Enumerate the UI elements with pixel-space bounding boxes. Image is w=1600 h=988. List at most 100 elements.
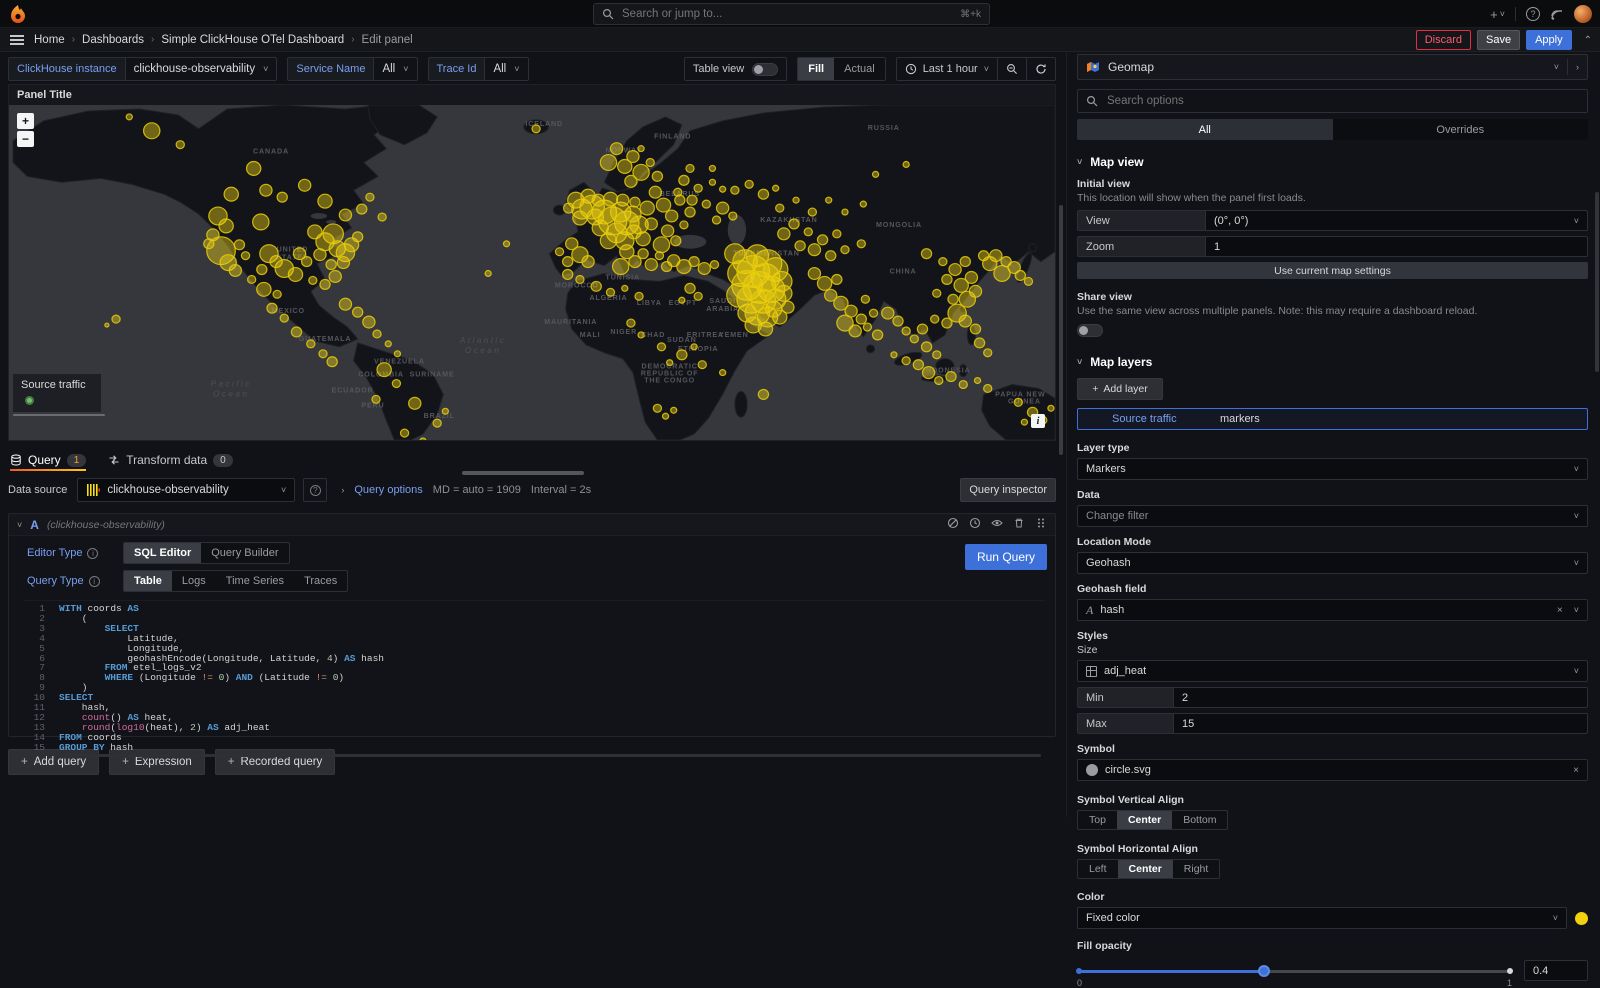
- view-select[interactable]: (0°, 0°)˅: [1205, 210, 1588, 231]
- min-input[interactable]: 2: [1173, 687, 1588, 708]
- news-icon[interactable]: [1550, 7, 1564, 21]
- hide-response-icon[interactable]: [991, 517, 1003, 529]
- clear-icon[interactable]: ×: [1573, 765, 1579, 776]
- trace-select[interactable]: All˅: [484, 57, 528, 81]
- layer-item-source-traffic[interactable]: Source traffic markers: [1077, 408, 1588, 430]
- map-attribution-button[interactable]: i: [1031, 414, 1045, 428]
- datasource-help-button[interactable]: ?: [303, 478, 327, 502]
- info-icon: i: [87, 548, 98, 559]
- fill-opacity-input[interactable]: 0.4: [1524, 960, 1588, 981]
- zoom-row: Zoom 1: [1077, 236, 1588, 257]
- halign-left[interactable]: Left: [1078, 860, 1118, 878]
- discard-button[interactable]: Discard: [1416, 30, 1471, 50]
- search-input[interactable]: [620, 7, 954, 21]
- question-icon: ?: [310, 485, 321, 496]
- time-range-picker[interactable]: Last 1 hour˅: [897, 58, 998, 80]
- service-select[interactable]: All˅: [373, 57, 417, 81]
- max-input[interactable]: 15: [1173, 713, 1588, 734]
- section-map-layers[interactable]: ˅Map layers: [1077, 355, 1588, 369]
- user-avatar[interactable]: [1574, 5, 1592, 23]
- layer-type-select[interactable]: Markers˅: [1077, 458, 1588, 480]
- sql-editor[interactable]: 1WITH coords AS2 (3 SELECT4 Latitude,5 L…: [23, 600, 1045, 753]
- expression-button[interactable]: +Expression: [109, 749, 205, 775]
- halign-right[interactable]: Right: [1173, 860, 1220, 878]
- panel-header[interactable]: Panel Title: [9, 85, 1055, 105]
- section-map-view[interactable]: ˅Map view: [1077, 155, 1588, 169]
- query-header[interactable]: ˅ A (clickhouse-observability): [9, 514, 1055, 536]
- add-query-button[interactable]: +Add query: [8, 749, 99, 775]
- options-search[interactable]: [1077, 89, 1588, 113]
- datasource-picker[interactable]: clickhouse-observability ˅: [77, 478, 295, 502]
- chevron-down-icon: ˅: [1554, 62, 1559, 72]
- zoom-out-time-button[interactable]: [998, 58, 1027, 80]
- map-zoom-out-button[interactable]: −: [17, 131, 34, 147]
- tab-query[interactable]: Query 1: [10, 453, 86, 471]
- breadcrumb-dashboards[interactable]: Dashboards: [82, 34, 144, 46]
- visualization-picker[interactable]: Geomap ˅ ›: [1077, 54, 1588, 80]
- tab-transform-data[interactable]: Transform data 0: [108, 453, 232, 471]
- options-search-input[interactable]: [1105, 94, 1579, 108]
- query-type-traces[interactable]: Traces: [294, 571, 347, 591]
- disable-query-icon[interactable]: [947, 517, 959, 529]
- delete-query-icon[interactable]: [1013, 517, 1025, 529]
- halign-center[interactable]: Center: [1118, 860, 1173, 878]
- size-field-select[interactable]: adj_heat˅: [1077, 660, 1588, 682]
- query-builder-option[interactable]: Query Builder: [201, 543, 288, 563]
- recorded-query-button[interactable]: +Recorded query: [215, 749, 336, 775]
- query-options-link[interactable]: Query options: [354, 484, 422, 496]
- tab-all[interactable]: All: [1077, 119, 1333, 140]
- symbol-select[interactable]: circle.svg ×: [1077, 759, 1588, 781]
- editor-scrollbar[interactable]: [59, 754, 1041, 757]
- refresh-button[interactable]: [1027, 58, 1055, 80]
- query-type-logs[interactable]: Logs: [172, 571, 216, 591]
- valign-center[interactable]: Center: [1117, 811, 1172, 829]
- map-zoom-in-button[interactable]: +: [17, 113, 34, 129]
- slider-handle[interactable]: [1258, 965, 1270, 977]
- valign-bottom[interactable]: Bottom: [1172, 811, 1227, 829]
- add-layer-button[interactable]: +Add layer: [1077, 378, 1163, 400]
- options-scrollbar[interactable]: [1595, 192, 1599, 372]
- save-button[interactable]: Save: [1477, 30, 1520, 50]
- legend-scrollbar[interactable]: [13, 414, 105, 416]
- map-canvas[interactable]: CANADARUSSIAUNITEDSTATESMEXICOGUATEMALAV…: [9, 105, 1055, 440]
- drag-handle-icon[interactable]: [1035, 517, 1047, 529]
- color-select[interactable]: Fixed color˅: [1077, 907, 1567, 929]
- collapse-options-icon[interactable]: ⌃: [1584, 35, 1592, 46]
- zoom-input[interactable]: 1: [1205, 236, 1588, 257]
- query-type-table[interactable]: Table: [124, 571, 172, 591]
- pane-vertical-scrollbar[interactable]: [1059, 205, 1063, 455]
- color-swatch[interactable]: [1575, 912, 1588, 925]
- actual-option[interactable]: Actual: [834, 58, 885, 80]
- grafana-logo[interactable]: [8, 4, 28, 24]
- valign-top[interactable]: Top: [1078, 811, 1117, 829]
- toggle-options-pane-icon[interactable]: ›: [1576, 62, 1579, 72]
- menu-toggle-icon[interactable]: [10, 35, 24, 45]
- query-inspector-button[interactable]: Query inspector: [960, 478, 1056, 502]
- apply-button[interactable]: Apply: [1526, 30, 1572, 50]
- collapse-query-icon[interactable]: ˅: [17, 520, 22, 530]
- fill-opacity-slider[interactable]: 0 1: [1077, 965, 1512, 977]
- query-history-icon[interactable]: [969, 517, 981, 529]
- instance-select[interactable]: clickhouse-observability˅: [125, 57, 278, 81]
- query-options-chevron[interactable]: ›: [341, 485, 344, 495]
- share-view-toggle[interactable]: [1077, 324, 1103, 337]
- data-select[interactable]: Change filter˅: [1077, 505, 1588, 527]
- symbol-vertical-align-label: Symbol Vertical Align: [1077, 794, 1588, 806]
- table-view-toggle[interactable]: [752, 63, 778, 76]
- new-menu-button[interactable]: +˅: [1490, 7, 1505, 22]
- breadcrumb-dashboard-name[interactable]: Simple ClickHouse OTel Dashboard: [161, 34, 344, 46]
- breadcrumb-home[interactable]: Home: [34, 34, 65, 46]
- location-mode-select[interactable]: Geohash˅: [1077, 552, 1588, 574]
- svg-text:MONGOLIA: MONGOLIA: [876, 222, 922, 229]
- pane-horizontal-scrollbar[interactable]: [462, 471, 584, 475]
- use-current-map-settings-button[interactable]: Use current map settings: [1077, 262, 1588, 279]
- query-type-time-series[interactable]: Time Series: [216, 571, 294, 591]
- clear-icon[interactable]: ×: [1557, 605, 1563, 616]
- help-icon[interactable]: ?: [1526, 7, 1540, 21]
- sql-editor-option[interactable]: SQL Editor: [124, 543, 201, 563]
- run-query-button[interactable]: Run Query: [965, 544, 1047, 570]
- fill-option[interactable]: Fill: [798, 58, 834, 80]
- geohash-field-select[interactable]: A hash ×˅: [1077, 599, 1588, 621]
- global-search[interactable]: ⌘+k: [593, 3, 990, 25]
- tab-overrides[interactable]: Overrides: [1333, 119, 1589, 140]
